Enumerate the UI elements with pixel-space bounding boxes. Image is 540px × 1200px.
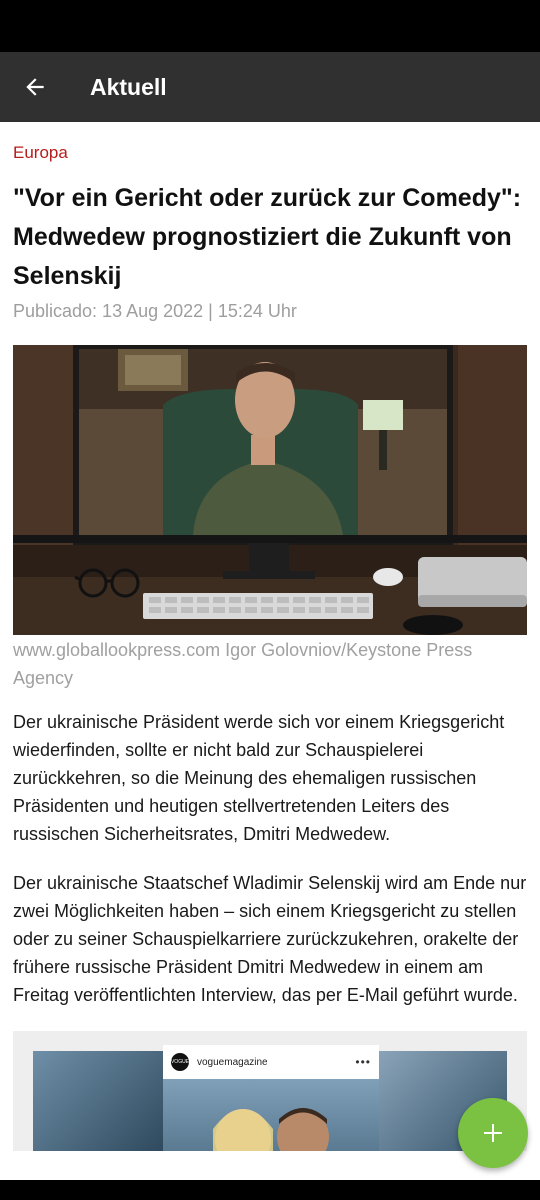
- article-paragraph: Der ukrainische Staatschef Wladimir Sele…: [13, 873, 527, 1005]
- published-date: Publicado: 13 Aug 2022 | 15:24 Uhr: [13, 301, 297, 321]
- app-bar: Aktuell: [0, 52, 540, 122]
- embed-username[interactable]: voguemagazine: [197, 1057, 268, 1068]
- image-caption: www.globallookpress.com Igor Golovniov/K…: [13, 640, 473, 688]
- article-image: [13, 345, 527, 635]
- status-bar: [0, 0, 540, 52]
- embed-side-image: [33, 1051, 163, 1151]
- instagram-embed[interactable]: VOGUE voguemagazine •••: [13, 1031, 527, 1151]
- app-title: Aktuell: [90, 73, 167, 100]
- arrow-left-icon: [26, 78, 44, 96]
- embed-card: VOGUE voguemagazine •••: [163, 1045, 379, 1151]
- add-button[interactable]: [458, 1098, 528, 1168]
- navigation-bar: [0, 1180, 540, 1200]
- more-dots-icon[interactable]: •••: [355, 1055, 371, 1069]
- plus-icon: [484, 1124, 502, 1142]
- article-headline: "Vor ein Gericht oder zurück zur Comedy"…: [13, 184, 522, 290]
- embed-header: VOGUE voguemagazine •••: [163, 1045, 379, 1079]
- article-category[interactable]: Europa: [13, 142, 527, 164]
- avatar[interactable]: VOGUE: [171, 1053, 189, 1071]
- article: Europa "Vor ein Gericht oder zurück zur …: [13, 122, 527, 1151]
- back-button[interactable]: [0, 52, 70, 122]
- embed-photo: [163, 1079, 379, 1151]
- article-paragraph: Der ukrainische Präsident werde sich vor…: [13, 712, 505, 844]
